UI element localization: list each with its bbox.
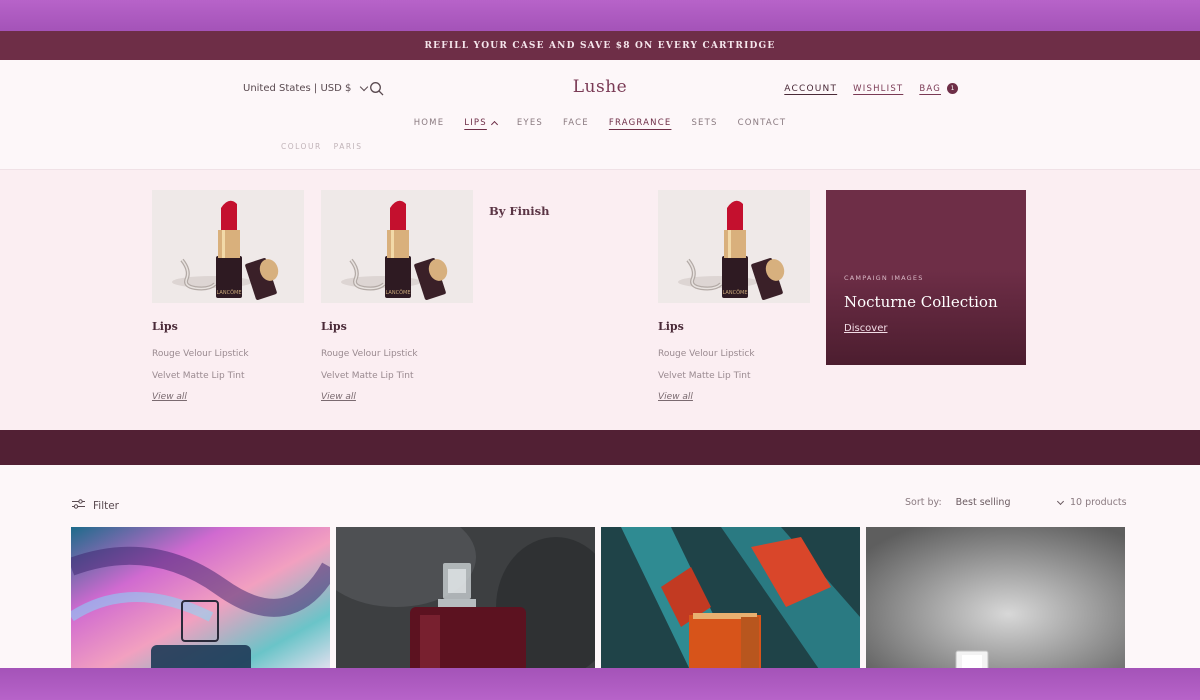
chevron-up-icon: [490, 120, 498, 129]
window-frame-bottom: [0, 668, 1200, 700]
announcement-text: REFILL YOUR CASE AND SAVE $8 ON EVERY CA…: [424, 40, 776, 51]
mega-menu-link[interactable]: Rouge Velour Lipstick: [658, 349, 810, 359]
bag-count-badge: 1: [947, 83, 958, 94]
announcement-bar: REFILL YOUR CASE AND SAVE $8 ON EVERY CA…: [0, 31, 1200, 60]
mega-menu: LANCÔME Lips Rouge Velour Lipstick Velve…: [0, 170, 1200, 430]
window-frame-top: [0, 0, 1200, 31]
lipstick-brand-text: LANCÔME: [723, 289, 748, 296]
nav-item-lips-label: LIPS: [464, 118, 487, 128]
lipstick-brand-text: LANCÔME: [386, 289, 411, 296]
lipstick-image[interactable]: LANCÔME: [321, 190, 473, 303]
mega-menu-heading[interactable]: Lips: [152, 320, 304, 333]
mega-menu-link[interactable]: Velvet Matte Lip Tint: [658, 371, 810, 381]
filter-label: Filter: [93, 499, 120, 512]
site-header: United States | USD $ Lushe ACCOUNT WISH…: [0, 60, 1200, 170]
product-card[interactable]: [601, 527, 860, 668]
product-collection: Filter Sort by: Best selling 10 products: [0, 465, 1200, 668]
filter-icon: [72, 499, 85, 512]
mega-menu-link[interactable]: Rouge Velour Lipstick: [152, 349, 304, 359]
view-all-link[interactable]: View all: [658, 392, 810, 402]
sort-value: Best selling: [955, 497, 1011, 508]
promo-eyebrow: CAMPAIGN IMAGES: [844, 274, 924, 282]
perfume-image: [866, 527, 1125, 668]
lipstick-image[interactable]: LANCÔME: [152, 190, 304, 303]
product-card[interactable]: [336, 527, 595, 668]
sub-nav: COLOUR PARIS: [281, 142, 363, 151]
wishlist-link[interactable]: WISHLIST: [853, 84, 903, 94]
product-grid: [71, 527, 1125, 668]
nav-item-sets[interactable]: SETS: [691, 118, 717, 128]
mega-menu-heading[interactable]: Lips: [321, 320, 473, 333]
site-logo[interactable]: Lushe: [0, 77, 1200, 97]
mega-menu-column: LANCÔME Lips Rouge Velour Lipstick Velve…: [321, 190, 473, 402]
lipstick-image[interactable]: LANCÔME: [658, 190, 810, 303]
nav-item-contact[interactable]: CONTACT: [738, 118, 787, 128]
perfume-image: [71, 527, 330, 668]
sub-nav-item-paris[interactable]: PARIS: [334, 142, 363, 151]
promo-card[interactable]: CAMPAIGN IMAGES Nocturne Collection Disc…: [826, 190, 1026, 365]
mega-menu-column: LANCÔME Lips Rouge Velour Lipstick Velve…: [152, 190, 304, 402]
product-card[interactable]: [866, 527, 1125, 668]
mega-menu-column: LANCÔME Lips Rouge Velour Lipstick Velve…: [658, 190, 810, 402]
sort-control: Sort by: Best selling: [905, 497, 1065, 508]
nav-item-face[interactable]: FACE: [563, 118, 589, 128]
promo-discover-link[interactable]: Discover: [844, 323, 888, 334]
storefront-page: REFILL YOUR CASE AND SAVE $8 ON EVERY CA…: [0, 31, 1200, 668]
sub-nav-item-colour[interactable]: COLOUR: [281, 142, 322, 151]
view-all-link[interactable]: View all: [152, 392, 304, 402]
mega-menu-link[interactable]: Rouge Velour Lipstick: [321, 349, 473, 359]
nav-item-eyes[interactable]: EYES: [517, 118, 543, 128]
account-links: ACCOUNT WISHLIST BAG 1: [784, 83, 958, 94]
nav-item-lips[interactable]: LIPS: [464, 118, 498, 129]
sort-label: Sort by:: [905, 497, 942, 508]
perfume-image: [601, 527, 860, 668]
product-card[interactable]: [71, 527, 330, 668]
bag-link[interactable]: BAG 1: [919, 83, 958, 94]
main-nav: HOME LIPS EYES FACE FRAGRANCE SETS CONTA…: [0, 118, 1200, 129]
filter-button[interactable]: Filter: [72, 499, 119, 512]
divider-band: [0, 430, 1200, 465]
mega-menu-link[interactable]: Velvet Matte Lip Tint: [152, 371, 304, 381]
mega-menu-heading[interactable]: Lips: [658, 320, 810, 333]
perfume-image: [336, 527, 595, 668]
chevron-down-icon: [1057, 497, 1065, 505]
by-finish-heading[interactable]: By Finish: [489, 204, 550, 218]
promo-title: Nocturne Collection: [844, 293, 998, 311]
bag-label: BAG: [919, 83, 941, 94]
account-link[interactable]: ACCOUNT: [784, 84, 837, 94]
lipstick-brand-text: LANCÔME: [217, 289, 242, 296]
sort-select[interactable]: Best selling: [955, 497, 1065, 508]
nav-item-fragrance[interactable]: FRAGRANCE: [609, 118, 672, 128]
mega-menu-link[interactable]: Velvet Matte Lip Tint: [321, 371, 473, 381]
nav-item-home[interactable]: HOME: [414, 118, 445, 128]
product-count: 10 products: [1070, 497, 1127, 508]
view-all-link[interactable]: View all: [321, 392, 473, 402]
